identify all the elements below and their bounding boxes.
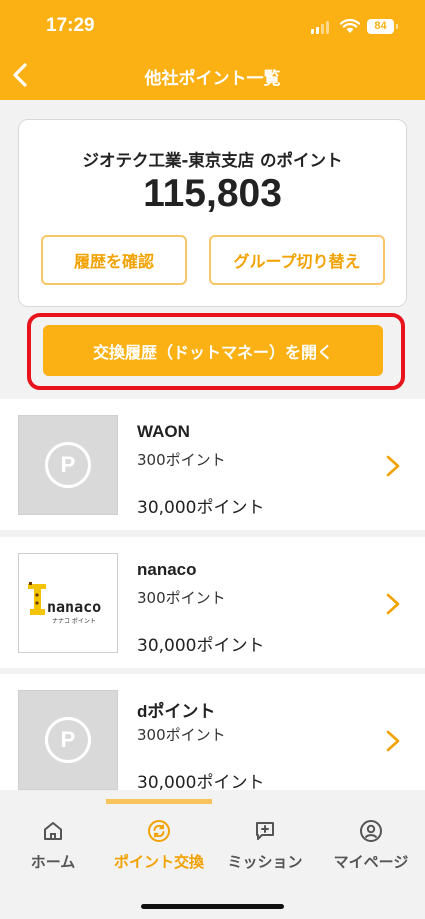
user-icon xyxy=(360,820,382,842)
service-thumbnail: nanaco ナナコ ポイント xyxy=(18,553,118,653)
nav-home[interactable]: ホーム xyxy=(0,819,106,879)
nav-point-exchange[interactable]: ポイント交換 xyxy=(106,819,212,879)
points-card-title: ジオテク工業-東京支店 のポイント xyxy=(82,151,343,170)
nav-mission[interactable]: ミッション xyxy=(212,819,318,879)
history-button[interactable]: 履歴を確認 xyxy=(41,235,187,285)
service-thumbnail: P xyxy=(18,415,118,515)
placeholder-p-icon: P xyxy=(45,442,91,488)
service-rate: 300ポイント xyxy=(137,451,226,469)
service-name: nanaco xyxy=(137,560,197,579)
points-total: 115,803 xyxy=(143,172,282,215)
exchange-history-button[interactable]: 交換履歴（ドットマネー）を開く xyxy=(43,325,383,376)
nanaco-logo-subtext: ナナコ ポイント xyxy=(52,617,96,625)
nanaco-logo: nanaco ナナコ ポイント xyxy=(28,582,101,625)
service-rate: 300ポイント xyxy=(137,726,226,744)
list-item[interactable]: P WAON 300ポイント 30,000ポイント xyxy=(0,399,425,530)
page-title: 他社ポイント一覧 xyxy=(144,69,281,89)
nav-mypage[interactable]: マイページ xyxy=(318,819,424,879)
nanaco-logo-text: nanaco xyxy=(47,598,101,616)
chevron-right-icon xyxy=(386,593,400,615)
nav-mypage-label: マイページ xyxy=(333,853,409,871)
mission-icon xyxy=(256,822,274,840)
bottom-nav: ホーム ポイント交換 ミッション マイページ xyxy=(0,805,425,919)
nav-home-label: ホーム xyxy=(30,853,76,871)
group-switch-button[interactable]: グループ切り替え xyxy=(209,235,385,285)
list-item[interactable]: P dポイント 300ポイント 30,000ポイント xyxy=(0,674,425,790)
status-time: 17:29 xyxy=(46,15,95,36)
service-total: 30,000ポイント xyxy=(137,773,265,790)
chevron-right-icon xyxy=(386,730,400,752)
point-service-list: P WAON 300ポイント 30,000ポイント nanaco ナナコ ポイン… xyxy=(0,399,425,790)
wifi-icon xyxy=(340,18,360,33)
nav-mission-label: ミッション xyxy=(227,853,303,871)
status-bar: 17:29 84 xyxy=(0,0,425,50)
home-icon xyxy=(44,822,62,840)
home-indicator xyxy=(141,904,284,909)
service-rate: 300ポイント xyxy=(137,589,226,607)
service-name: WAON xyxy=(137,422,190,441)
service-total: 30,000ポイント xyxy=(137,636,265,656)
service-total: 30,000ポイント xyxy=(137,498,265,518)
signal-icon xyxy=(311,21,329,34)
list-item[interactable]: nanaco ナナコ ポイント nanaco 300ポイント 30,000ポイン… xyxy=(0,537,425,668)
points-card: ジオテク工業-東京支店 のポイント 115,803 履歴を確認 グループ切り替え xyxy=(18,119,407,307)
app-header: 17:29 84 他社ポイント一覧 xyxy=(0,0,425,100)
chevron-right-icon xyxy=(386,455,400,477)
nav-point-exchange-label: ポイント交換 xyxy=(113,853,204,871)
exchange-icon xyxy=(148,820,170,842)
service-name: dポイント xyxy=(137,702,216,721)
service-thumbnail: P xyxy=(18,690,118,790)
placeholder-p-icon: P xyxy=(45,717,91,763)
battery-icon: 84 xyxy=(367,19,398,34)
active-tab-indicator xyxy=(106,799,212,804)
